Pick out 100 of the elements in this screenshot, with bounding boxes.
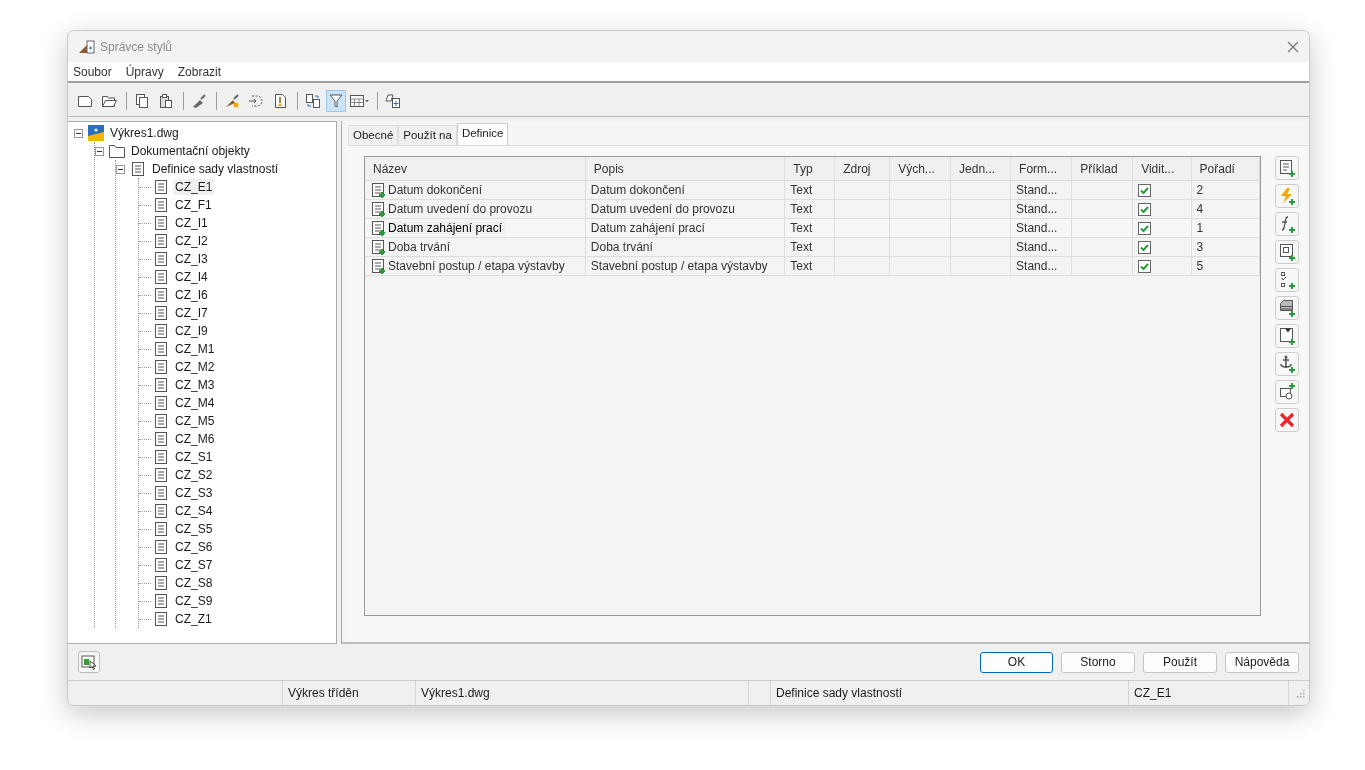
list-icon	[153, 305, 169, 321]
menu-item[interactable]: Zobrazit	[176, 64, 229, 79]
table-cell: Datum uvedení do provozu	[388, 202, 533, 216]
list-icon	[153, 539, 169, 555]
add-formula-button[interactable]	[1275, 212, 1299, 236]
menu-item[interactable]: Soubor	[72, 64, 119, 79]
status-text: Definice sady vlastností	[771, 681, 1129, 705]
property-icon	[370, 258, 386, 274]
collapse-toggle[interactable]	[95, 146, 104, 156]
tree-item[interactable]: CZ_I7	[173, 305, 210, 321]
copy-icon	[134, 93, 150, 109]
list-icon	[153, 575, 169, 591]
tree-item[interactable]: CZ_S2	[173, 467, 215, 483]
checked-checkbox[interactable]	[1138, 259, 1152, 273]
tree-item[interactable]: CZ_I1	[173, 215, 210, 231]
table-cell: 1	[1196, 221, 1204, 235]
tree-item[interactable]: CZ_M2	[173, 359, 217, 375]
tree-item[interactable]: CZ_I6	[173, 287, 210, 303]
checked-checkbox[interactable]	[1138, 240, 1152, 254]
dialog-button[interactable]: Použít	[1143, 651, 1217, 673]
tree-item[interactable]: CZ_S5	[173, 521, 215, 537]
tab[interactable]: Definice	[456, 123, 509, 145]
dialog-button[interactable]: Storno	[1061, 651, 1135, 673]
tree-item[interactable]: CZ_M3	[173, 377, 217, 393]
table-cell: Stand...	[1016, 221, 1058, 235]
list-icon	[153, 521, 169, 537]
list-icon	[153, 323, 169, 339]
column-header[interactable]: Jedn...	[950, 157, 1011, 181]
column-header[interactable]: Zdroj	[834, 157, 890, 181]
list-icon	[153, 467, 169, 483]
tree-item[interactable]: CZ_Z1	[173, 611, 214, 627]
property-icon	[370, 239, 386, 255]
tree-item[interactable]: CZ_S3	[173, 485, 215, 501]
add-location-button[interactable]	[1275, 324, 1299, 348]
dialog-button[interactable]: Nápověda	[1225, 651, 1299, 673]
collapse-toggle[interactable]	[74, 128, 83, 138]
filter-button[interactable]	[326, 90, 346, 112]
checked-checkbox[interactable]	[1138, 183, 1152, 197]
tree-item[interactable]: CZ_M6	[173, 431, 217, 447]
tree-item[interactable]: CZ_M5	[173, 413, 217, 429]
tree-item[interactable]: CZ_M1	[173, 341, 217, 357]
list-icon	[130, 161, 146, 177]
tab[interactable]: Použít na	[398, 125, 457, 145]
table-cell: 4	[1196, 202, 1204, 216]
menu-item[interactable]: Úpravy	[124, 64, 171, 79]
tree-item[interactable]: Definice sady vlastností	[150, 161, 281, 177]
tree-item[interactable]: CZ_S9	[173, 593, 215, 609]
tree-item[interactable]: CZ_S6	[173, 539, 215, 555]
collapse-toggle[interactable]	[116, 164, 125, 174]
layers-add-icon	[1277, 298, 1297, 318]
add-property-button[interactable]	[1275, 156, 1299, 180]
delete-button[interactable]	[1275, 408, 1299, 432]
column-header[interactable]: Pořadí	[1191, 157, 1260, 181]
tree-item[interactable]: CZ_I2	[173, 233, 210, 249]
window-title: Správce stylů	[100, 39, 173, 54]
tree-item[interactable]: CZ_I9	[173, 323, 210, 339]
panel-add-icon	[1277, 326, 1297, 346]
add-graphic-button[interactable]	[1275, 240, 1299, 264]
tab[interactable]: Obecné	[348, 125, 399, 145]
column-header[interactable]: Popis	[585, 157, 785, 181]
table-cell: Text	[790, 202, 813, 216]
tree-item[interactable]: CZ_I4	[173, 269, 210, 285]
tree-item[interactable]: CZ_I3	[173, 251, 210, 267]
table-cell: Datum zahájení prací	[388, 221, 506, 235]
dialog-button[interactable]: OK	[980, 651, 1053, 673]
add-material-button[interactable]	[1275, 296, 1299, 320]
close-icon[interactable]	[1287, 40, 1299, 53]
column-header[interactable]: Vých...	[889, 157, 951, 181]
tree-item[interactable]: Dokumentační objekty	[129, 143, 252, 159]
column-header[interactable]: Typ	[784, 157, 835, 181]
tree-item[interactable]: CZ_M4	[173, 395, 217, 411]
tree-item[interactable]: CZ_E1	[173, 179, 215, 195]
checked-checkbox[interactable]	[1138, 202, 1152, 216]
tree-item[interactable]: CZ_S1	[173, 449, 215, 465]
table-cell: Stand...	[1016, 259, 1058, 273]
column-header[interactable]: Vidit...	[1132, 157, 1192, 181]
list-icon	[153, 251, 169, 267]
list-icon	[153, 611, 169, 627]
tree-item[interactable]: CZ_S7	[173, 557, 215, 573]
paste-icon	[158, 93, 174, 109]
style-browser-button[interactable]	[78, 651, 100, 673]
status-text: Výkres tříděn	[283, 681, 416, 705]
add-anchor-button[interactable]	[1275, 352, 1299, 376]
list-icon	[153, 179, 169, 195]
column-header[interactable]: Form...	[1010, 157, 1072, 181]
column-header[interactable]: Příklad	[1071, 157, 1133, 181]
table-cell: 2	[1196, 183, 1204, 197]
tree-item[interactable]: CZ_F1	[173, 197, 214, 213]
column-header[interactable]: Název	[365, 157, 586, 181]
tree-item[interactable]: Výkres1.dwg	[108, 125, 181, 141]
tree-item[interactable]: CZ_S8	[173, 575, 215, 591]
add-classification-button[interactable]	[1275, 268, 1299, 292]
list-icon	[153, 359, 169, 375]
checked-checkbox[interactable]	[1138, 221, 1152, 235]
table-cell: Stavební postup / etapa výstavby	[590, 259, 768, 273]
tree-item[interactable]: CZ_S4	[173, 503, 215, 519]
list-icon	[153, 413, 169, 429]
add-automatic-button[interactable]	[1275, 184, 1299, 208]
list-icon	[153, 395, 169, 411]
table-cell: Stand...	[1016, 183, 1058, 197]
